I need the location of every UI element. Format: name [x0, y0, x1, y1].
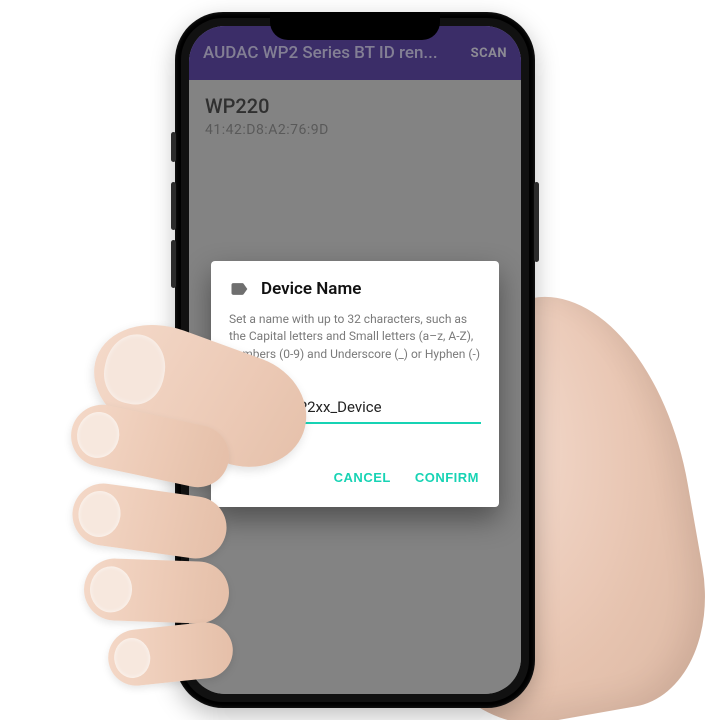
dialog-header: Device Name: [229, 279, 481, 299]
phone-side-button: [171, 182, 176, 230]
dialog-actions: CANCEL CONFIRM: [229, 464, 481, 499]
confirm-button[interactable]: CONFIRM: [413, 464, 481, 491]
phone-side-button: [534, 182, 539, 262]
phone-side-button: [171, 132, 176, 162]
phone-side-button: [171, 240, 176, 288]
label-icon: [229, 279, 249, 299]
hand-finger: [83, 557, 230, 624]
stage: AUDAC WP2 Series BT ID ren... SCAN WP220…: [0, 0, 720, 720]
phone-notch: [270, 12, 440, 40]
cancel-button[interactable]: CANCEL: [332, 464, 393, 491]
dialog-title: Device Name: [261, 279, 361, 299]
dialog-description: Set a name with up to 32 characters, suc…: [229, 311, 481, 363]
